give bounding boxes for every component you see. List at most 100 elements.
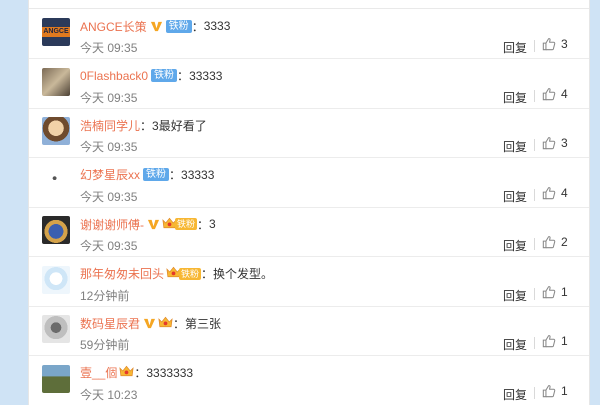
thumbs-up-icon — [542, 334, 556, 348]
comment-header: 壹__個 ： 3333333 — [80, 365, 193, 381]
comment-time: 12分钟前 — [80, 288, 130, 303]
thumbs-up-icon — [542, 87, 556, 101]
comment-text: 3 — [209, 217, 216, 231]
thumbs-up-icon — [542, 384, 556, 398]
action-divider — [534, 89, 535, 102]
iron-fan-badge[interactable]: 铁粉 — [143, 168, 170, 181]
reply-button[interactable]: 回复 — [503, 138, 527, 155]
comment-header: ANGCE长策 铁粉： 3333 — [80, 18, 230, 34]
comment-item: 浩楠同学儿： 3最好看了 今天 09:35 回复 3 — [29, 108, 589, 158]
separator-colon: ： — [169, 168, 182, 182]
comment-text: 3最好看了 — [152, 118, 207, 133]
crown-icon — [119, 364, 134, 381]
gold-fan-label: 铁粉 — [179, 267, 202, 280]
iron-fan-badge[interactable]: 铁粉 — [165, 19, 192, 33]
comment-time: 今天 09:35 — [80, 239, 138, 253]
scrollbar[interactable] — [588, 0, 600, 405]
separator-colon: ： — [197, 217, 210, 232]
like-count: 1 — [561, 383, 568, 398]
like-button[interactable]: 2 — [542, 235, 568, 249]
avatar[interactable] — [42, 67, 70, 96]
reply-button[interactable]: 回复 — [503, 89, 527, 106]
like-button[interactable]: 3 — [542, 37, 568, 51]
avatar[interactable] — [42, 216, 70, 244]
avatar[interactable] — [42, 315, 70, 343]
avatar[interactable] — [42, 364, 70, 393]
avatar[interactable]: ANGCE — [42, 18, 70, 46]
comment-item: 谢谢谢师傅- 铁粉： 3 今天 09:35 回复 2 — [29, 207, 589, 257]
username-link[interactable]: 幻梦星辰xx — [80, 166, 140, 183]
comment-panel: ANGCE ANGCE长策 铁粉： 3333 今天 09:35 回复 3 0Flashback… — [28, 0, 590, 405]
like-button[interactable]: 1 — [542, 384, 568, 398]
action-divider — [534, 139, 535, 151]
like-button[interactable]: 4 — [542, 87, 568, 101]
comment-item: 壹__個 ： 3333333 今天 10:23 回复 1 — [29, 356, 589, 405]
reply-button[interactable]: 回复 — [503, 336, 527, 353]
comment-header: 那年匆匆未回头 铁粉：换个发型。 — [80, 266, 273, 282]
reply-button[interactable]: 回复 — [503, 386, 527, 403]
thumbs-up-icon — [542, 136, 556, 150]
comment-time: 今天 10:23 — [80, 387, 138, 402]
comment-text: 3333333 — [146, 365, 194, 380]
comment-header: 数码星辰君 ：第三张 — [80, 315, 221, 331]
reply-button[interactable]: 回复 — [503, 237, 527, 254]
comment-time: 59分钟前 — [80, 338, 130, 352]
gold-fan-badge[interactable]: 铁粉 — [166, 266, 202, 281]
like-count: 3 — [561, 136, 568, 150]
like-count: 3 — [561, 37, 568, 51]
username-link[interactable]: 谢谢谢师傅- — [80, 216, 144, 233]
gold-fan-badge[interactable] — [119, 364, 134, 381]
avatar-logo-text: ANGCE — [42, 27, 70, 37]
comment-time: 今天 09:35 — [80, 140, 138, 154]
username-link[interactable]: 0Flashback0 — [80, 69, 148, 83]
like-button[interactable]: 4 — [542, 186, 568, 200]
comment-header: 幻梦星辰xx 铁粉： 33333 — [80, 167, 214, 183]
comment-time: 今天 09:35 — [80, 189, 138, 204]
comment-header: 浩楠同学儿： 3最好看了 — [80, 117, 207, 133]
like-button[interactable]: 1 — [542, 285, 568, 299]
username-link[interactable]: 那年匆匆未回头 — [80, 265, 164, 282]
separator-colon: ： — [173, 316, 186, 331]
gold-fan-badge[interactable]: 铁粉 — [162, 217, 198, 231]
thumbs-up-icon — [542, 235, 556, 249]
username-link[interactable]: 浩楠同学儿 — [80, 117, 140, 134]
separator-colon: ： — [134, 366, 147, 380]
separator-colon: ： — [140, 118, 153, 133]
comment-header: 谢谢谢师傅- 铁粉： 3 — [80, 216, 216, 232]
comment-item: ANGCE ANGCE长策 铁粉： 3333 今天 09:35 回复 3 — [29, 9, 589, 59]
comment-time: 今天 09:35 — [80, 90, 138, 105]
comment-item: 0Flashback0 铁粉： 33333 今天 09:35 回复 4 — [29, 59, 589, 109]
action-divider — [534, 337, 535, 349]
like-button[interactable]: 1 — [542, 334, 568, 348]
like-count: 4 — [561, 185, 568, 200]
verified-vip-icon — [150, 20, 163, 33]
reply-button[interactable]: 回复 — [503, 188, 527, 205]
avatar[interactable] — [42, 166, 70, 195]
thumbs-up-icon — [542, 285, 556, 299]
comment-text: 换个发型。 — [213, 267, 274, 281]
verified-vip-icon — [147, 218, 160, 231]
gold-fan-badge[interactable] — [158, 316, 173, 330]
verified-vip-icon — [143, 317, 156, 330]
separator-colon: ： — [191, 19, 204, 34]
action-divider — [534, 386, 535, 399]
crown-icon — [158, 315, 173, 332]
action-divider — [534, 188, 535, 201]
like-count: 1 — [561, 334, 568, 348]
like-button[interactable]: 3 — [542, 136, 568, 150]
comment-text: 第三张 — [185, 316, 222, 331]
separator-colon: ： — [201, 267, 214, 281]
reply-button[interactable]: 回复 — [503, 287, 527, 304]
avatar[interactable] — [42, 117, 70, 145]
thumbs-up-icon — [542, 37, 556, 51]
username-link[interactable]: 壹__個 — [80, 364, 117, 381]
comment-time: 今天 09:35 — [80, 41, 138, 55]
iron-fan-badge[interactable]: 铁粉 — [151, 69, 178, 82]
username-link[interactable]: 数码星辰君 — [80, 315, 140, 332]
comment-item: 那年匆匆未回头 铁粉：换个发型。 12分钟前 回复 1 — [29, 257, 589, 307]
like-count: 1 — [561, 284, 568, 299]
avatar[interactable] — [42, 265, 70, 294]
action-divider — [534, 287, 535, 300]
reply-button[interactable]: 回复 — [503, 39, 527, 56]
username-link[interactable]: ANGCE长策 — [80, 18, 147, 35]
